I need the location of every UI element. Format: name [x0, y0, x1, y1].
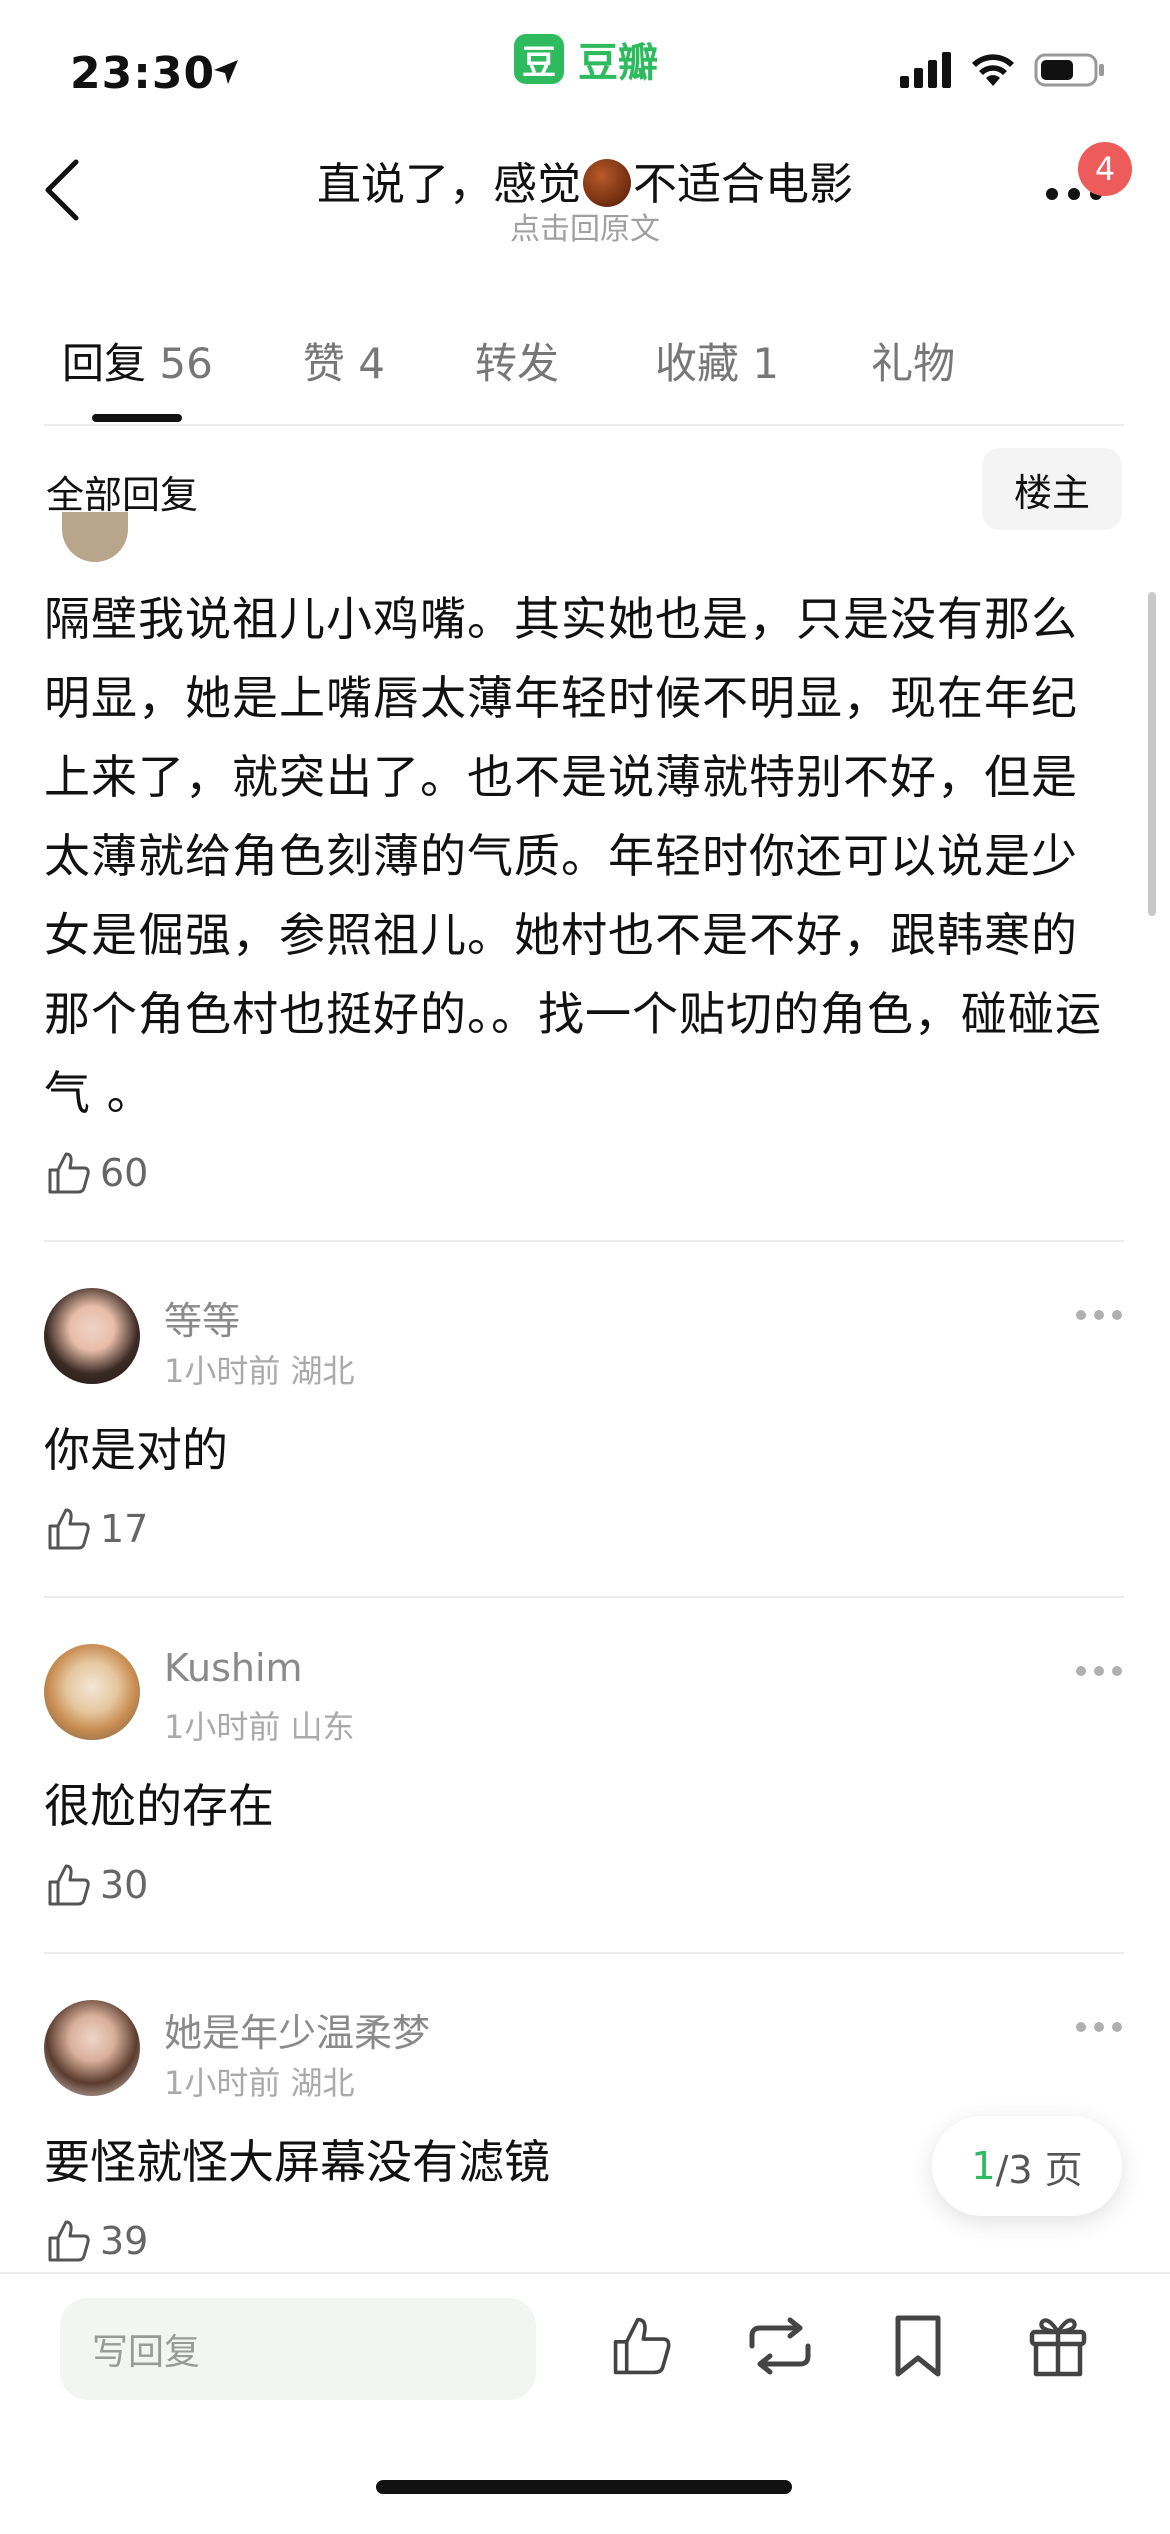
- chestnut-emoji-icon: [583, 159, 631, 207]
- douban-logo: 豆: [514, 34, 564, 84]
- tab-collections-count: 1: [752, 339, 780, 388]
- like-button[interactable]: 60: [46, 1150, 148, 1196]
- avatar[interactable]: [44, 1644, 140, 1740]
- gift-icon: [1029, 2318, 1087, 2377]
- collect-button[interactable]: [892, 2314, 944, 2382]
- notification-badge: 4: [1078, 142, 1132, 196]
- all-replies-label: 全部回复: [46, 473, 199, 517]
- avatar[interactable]: [62, 512, 128, 562]
- comment-meta: 1小时前 湖北: [164, 1346, 355, 1392]
- comment-meta: 1小时前 湖北: [164, 2058, 355, 2104]
- tab-bar: 回复 56 赞 4 转发 收藏 1 礼物: [62, 330, 955, 391]
- tab-collections[interactable]: 收藏 1: [655, 330, 779, 391]
- tab-likes-count: 4: [358, 339, 385, 388]
- comment-time: 1小时前: [164, 1352, 281, 1390]
- comment-divider: [44, 1596, 1124, 1598]
- total-pages: /3 页: [995, 2147, 1083, 2192]
- thumbs-up-icon: [48, 2220, 90, 2262]
- tabs-divider: [44, 424, 1124, 426]
- comment-text: 很尬的存在: [44, 1779, 274, 1833]
- comment-time: 1小时前: [164, 1708, 281, 1746]
- comment-time: 1小时前: [164, 2064, 281, 2102]
- signal-icon: [900, 52, 951, 88]
- avatar[interactable]: [44, 1288, 140, 1384]
- tab-replies[interactable]: 回复 56: [62, 330, 213, 391]
- op-only-button[interactable]: 楼主: [982, 448, 1122, 530]
- gift-button[interactable]: [1026, 2312, 1090, 2384]
- like-count: 17: [100, 1507, 149, 1551]
- back-to-original-link[interactable]: 点击回原文: [0, 204, 1170, 248]
- comment-text: 隔壁我说祖儿小鸡嘴。其实她也是，只是没有那么明显，她是上嘴唇太薄年轻时候不明显，…: [44, 592, 1102, 1120]
- scrollbar[interactable]: [1148, 592, 1156, 916]
- like-post-button[interactable]: [610, 2314, 674, 2382]
- repost-icon: [749, 2317, 811, 2375]
- thumbs-up-icon: [613, 2317, 671, 2375]
- comment-region: 山东: [290, 1708, 355, 1746]
- thumbs-up-icon: [48, 1864, 90, 1906]
- comment-more-icon[interactable]: [1076, 2022, 1122, 2032]
- like-button[interactable]: 30: [46, 1862, 148, 1908]
- wifi-icon: [972, 54, 1014, 86]
- comment-more-icon[interactable]: [1076, 1310, 1122, 1320]
- comment-region: 湖北: [290, 1352, 355, 1390]
- thumbs-up-icon: [48, 1508, 90, 1550]
- tab-likes-label: 赞: [302, 339, 345, 388]
- like-count: 30: [100, 1863, 149, 1907]
- current-page: 1: [971, 2144, 996, 2188]
- battery-icon: [1034, 53, 1104, 87]
- avatar[interactable]: [44, 2000, 140, 2096]
- like-count: 60: [100, 1151, 149, 1195]
- reply-input[interactable]: 写回复: [60, 2298, 536, 2400]
- username[interactable]: 她是年少温柔梦: [164, 2002, 430, 2057]
- comment-region: 湖北: [290, 2064, 355, 2102]
- title-text-after: 不适合电影: [633, 159, 853, 210]
- comment-divider: [44, 1952, 1124, 1954]
- tab-gifts-label: 礼物: [871, 339, 956, 388]
- tab-likes[interactable]: 赞 4: [303, 330, 385, 391]
- like-button[interactable]: 39: [46, 2218, 148, 2264]
- post-title[interactable]: 直说了，感觉 不适合电影: [0, 148, 1170, 212]
- tab-collections-label: 收藏: [654, 339, 739, 388]
- comment-text: 要怪就怪大屏幕没有滤镜: [44, 2135, 550, 2189]
- repost-button[interactable]: [744, 2316, 816, 2380]
- tab-gifts[interactable]: 礼物: [871, 330, 955, 391]
- brand-name: 豆瓣: [578, 40, 658, 86]
- page-indicator[interactable]: 1/3 页: [932, 2116, 1122, 2216]
- status-time: 23:30: [70, 48, 216, 99]
- location-arrow-icon: [212, 58, 240, 90]
- comment-more-icon[interactable]: [1076, 1666, 1122, 1676]
- thumbs-up-icon: [48, 1152, 90, 1194]
- comment-text: 你是对的: [44, 1423, 228, 1477]
- bookmark-icon: [895, 2315, 941, 2377]
- douban-brand: 豆 豆瓣: [514, 30, 658, 88]
- like-button[interactable]: 17: [46, 1506, 148, 1552]
- username[interactable]: 等等: [164, 1290, 240, 1345]
- active-tab-indicator: [92, 414, 182, 422]
- title-text-before: 直说了，感觉: [317, 159, 581, 210]
- username[interactable]: Kushim: [164, 1646, 303, 1690]
- tab-reposts-label: 转发: [474, 339, 559, 388]
- like-count: 39: [100, 2219, 149, 2263]
- comment-divider: [44, 1240, 1124, 1242]
- comment-meta: 1小时前 山东: [164, 1702, 355, 1748]
- tab-reposts[interactable]: 转发: [475, 330, 559, 391]
- home-indicator[interactable]: [376, 2480, 792, 2494]
- tab-replies-label: 回复: [62, 339, 147, 388]
- status-icons: [900, 52, 1106, 88]
- tab-replies-count: 56: [159, 339, 213, 388]
